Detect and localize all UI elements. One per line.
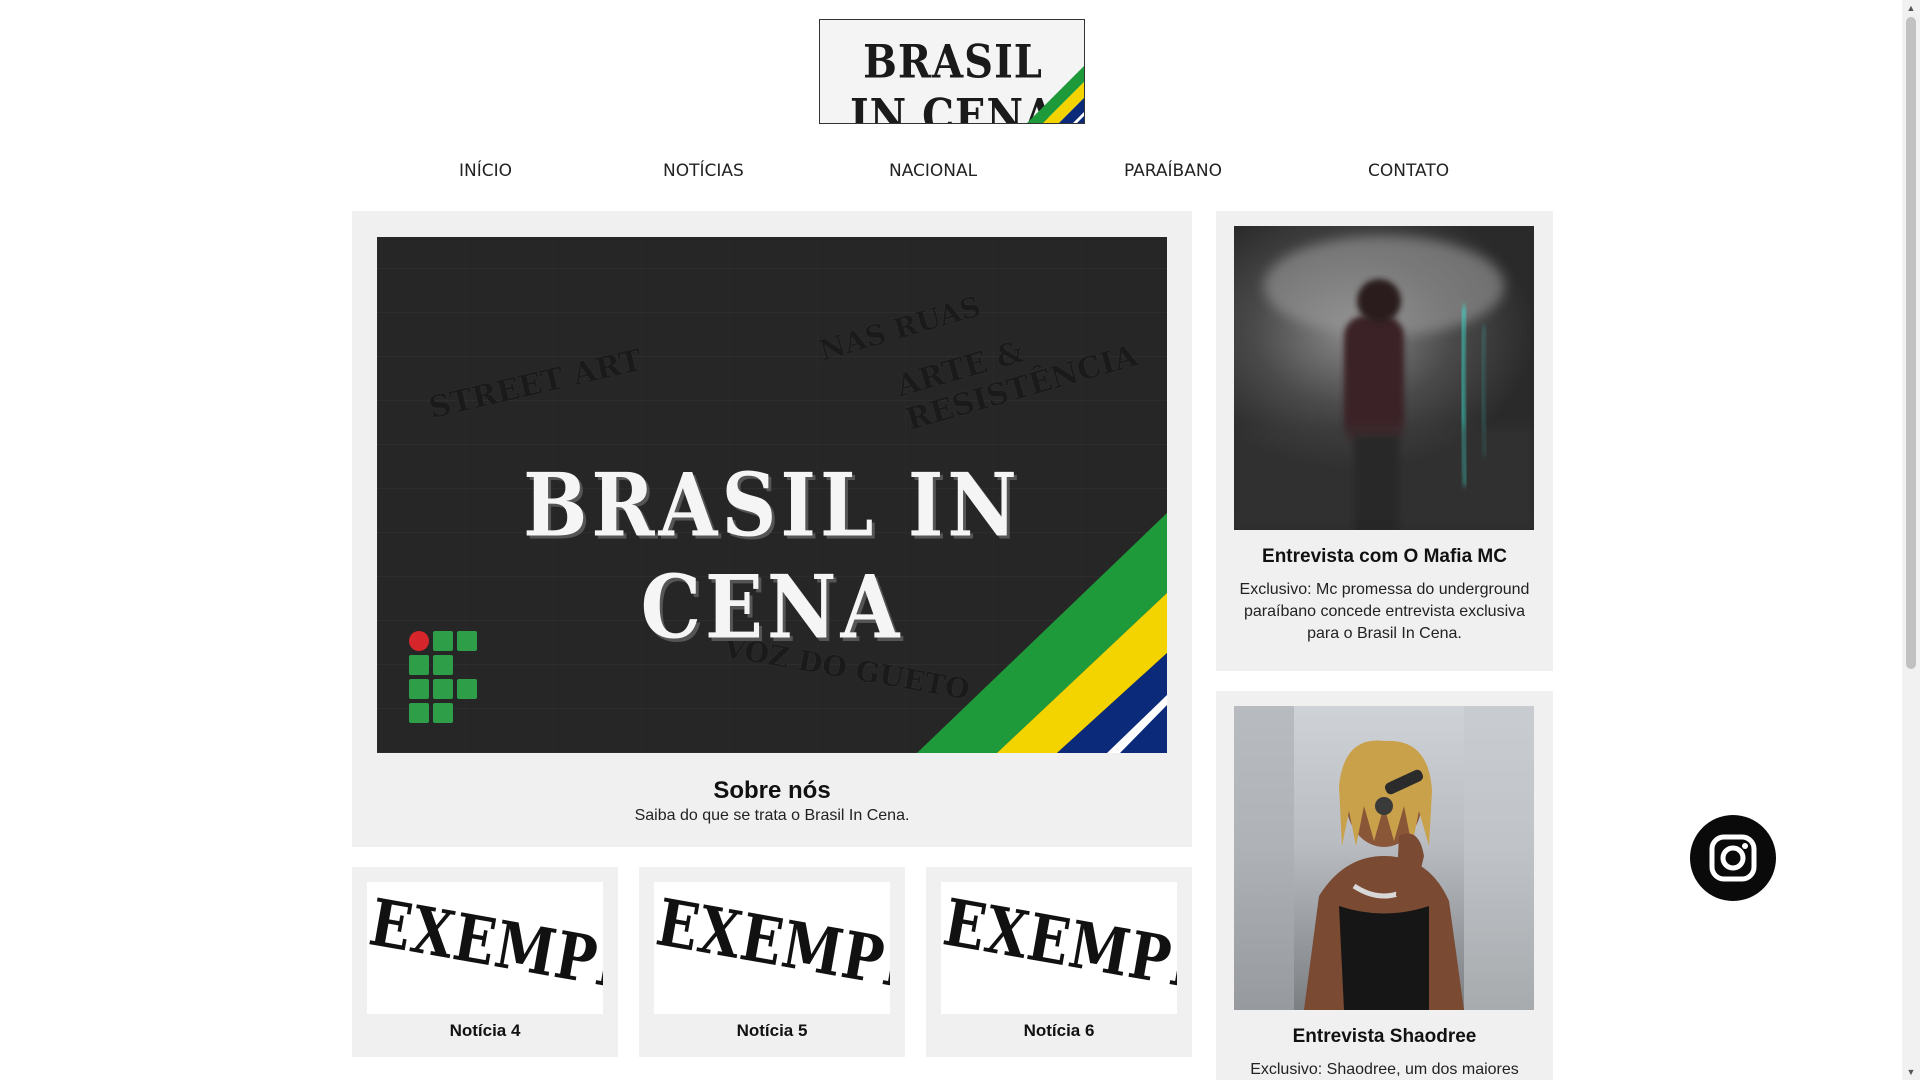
main-nav: INÍCIO NOTÍCIAS NACIONAL PARAÍBANO CONTA… <box>0 152 1920 192</box>
feature-card-sobre-nos[interactable]: STREET ART NAS RUAS ARTE & RESISTÊNCIA V… <box>352 211 1192 847</box>
side-card-title[interactable]: Entrevista com O Mafia MC <box>1216 546 1553 568</box>
news-thumbnail[interactable]: EXEMPLO <box>367 882 603 1014</box>
feature-banner-image[interactable]: STREET ART NAS RUAS ARTE & RESISTÊNCIA V… <box>377 237 1167 753</box>
news-title[interactable]: Notícia 4 <box>352 1021 618 1041</box>
side-card-photo[interactable] <box>1234 226 1534 530</box>
feature-title[interactable]: Sobre nós <box>352 777 1192 805</box>
side-card-entrevista-shaodree[interactable]: Entrevista Shaodree Exclusivo: Shaodree,… <box>1216 691 1553 1080</box>
news-thumbnail[interactable]: EXEMPLO <box>654 882 890 1014</box>
scroll-up-arrow-icon[interactable]: ▲ <box>1902 0 1920 16</box>
thumbnail-placeholder-text: EXEMPLO <box>367 883 603 1014</box>
thumbnail-placeholder-text: EXEMPLO <box>654 883 890 1014</box>
nav-item-inicio[interactable]: INÍCIO <box>459 161 512 181</box>
banner-flag-stripes <box>917 513 1167 753</box>
instagram-button[interactable] <box>1690 815 1776 901</box>
side-card-title[interactable]: Entrevista Shaodree <box>1216 1026 1553 1048</box>
nav-item-paraibano[interactable]: PARAÍBANO <box>1124 161 1222 181</box>
banner-tag-street-art: STREET ART <box>425 342 646 427</box>
thumbnail-placeholder-text: EXEMPLO <box>941 883 1177 1014</box>
site-logo[interactable]: BRASIL IN CENA <box>819 19 1085 124</box>
news-title[interactable]: Notícia 5 <box>639 1021 905 1041</box>
logo-flag-stripe <box>1027 66 1084 123</box>
side-card-photo[interactable] <box>1234 706 1534 1010</box>
news-thumbnail[interactable]: EXEMPLO <box>941 882 1177 1014</box>
news-card-4[interactable]: EXEMPLO Notícia 4 <box>352 867 618 1057</box>
side-card-text: Exclusivo: Shaodree, um dos maiores <box>1250 1061 1519 1078</box>
blurred-figure-image <box>1234 236 1534 530</box>
news-card-5[interactable]: EXEMPLO Notícia 5 <box>639 867 905 1057</box>
ifpb-logo <box>409 631 489 731</box>
nav-item-noticias[interactable]: NOTÍCIAS <box>663 161 744 181</box>
side-card-text: Exclusivo: Mc promessa do underground pa… <box>1239 581 1530 642</box>
side-card-entrevista-mafia-mc[interactable]: Entrevista com O Mafia MC Exclusivo: Mc … <box>1216 211 1553 671</box>
nav-item-contato[interactable]: CONTATO <box>1368 161 1449 181</box>
page-scrollbar[interactable]: ▲ ▼ <box>1902 0 1920 1080</box>
scroll-down-arrow-icon[interactable]: ▼ <box>1902 1064 1920 1080</box>
scrollbar-thumb[interactable] <box>1906 17 1916 669</box>
instagram-icon <box>1709 834 1757 882</box>
feature-subtitle: Saiba do que se trata o Brasil In Cena. <box>634 807 910 824</box>
performer-photo-image <box>1234 706 1534 1010</box>
news-title[interactable]: Notícia 6 <box>926 1021 1192 1041</box>
nav-item-nacional[interactable]: NACIONAL <box>889 161 977 181</box>
news-card-6[interactable]: EXEMPLO Notícia 6 <box>926 867 1192 1057</box>
